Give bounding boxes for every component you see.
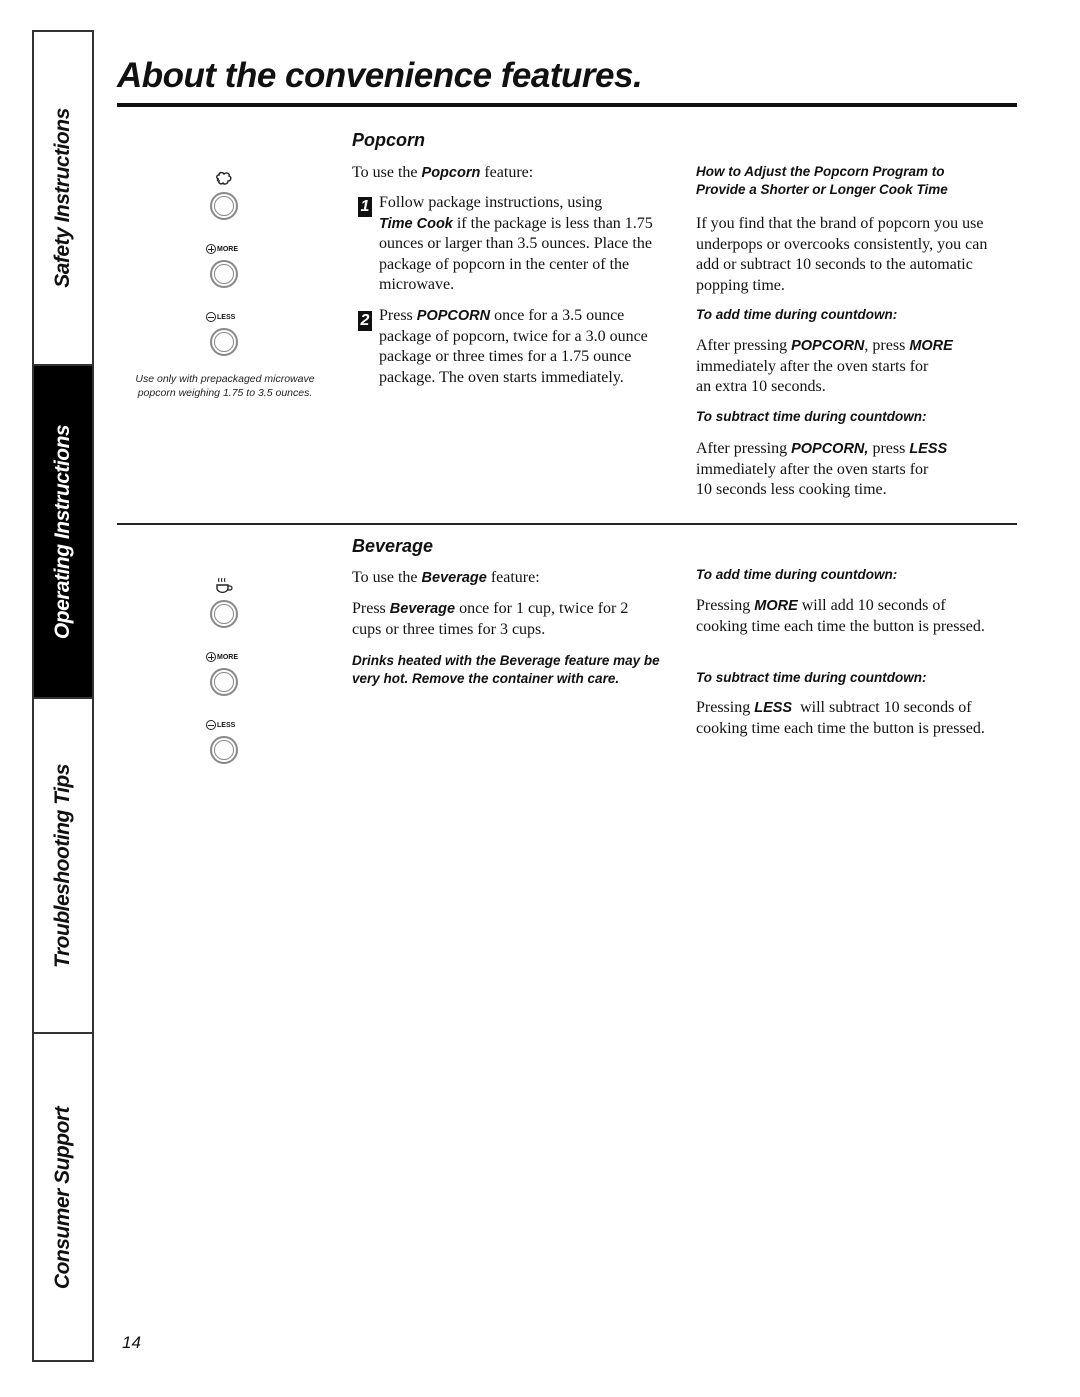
more-label: MORE [206,244,238,254]
more-text: MORE [217,245,238,253]
popcorn-heading: Popcorn [352,130,426,150]
intro-text: To use the [352,164,418,181]
less-button[interactable] [210,328,238,356]
step-2-bold: POPCORN [416,308,491,324]
intro-text-end: feature: [486,569,540,586]
tab-operating-instructions[interactable]: Operating Instructions [34,366,92,699]
tab-label: Operating Instructions [51,424,74,639]
popcorn-add-heading: To add time during countdown: [696,307,898,322]
popcorn-add-body: After pressing POPCORN, press MORE immed… [696,336,986,398]
step-2-text: Press POPCORN once for a 3.5 ounce packa… [379,306,654,388]
tab-troubleshooting-tips[interactable]: Troubleshooting Tips [34,699,92,1034]
step-2-badge: 2 [358,311,372,331]
beverage-heading: Beverage [352,536,434,556]
popcorn-weight-note: Use only with prepackaged microwave popc… [135,373,315,399]
plus-icon [206,244,216,254]
more-text: MORE [217,653,238,661]
sub-bold2: LESS [909,441,948,457]
minus-icon [206,720,216,730]
popcorn-button[interactable] [210,192,238,220]
beverage-add-body: Pressing MORE will add 10 seconds of coo… [696,596,996,637]
popcorn-icon [214,170,234,190]
add-pre: After pressing [696,337,792,354]
popcorn-subtract-body: After pressing POPCORN, press LESS immed… [696,439,986,501]
press-pre: Press [352,600,390,617]
more-button[interactable] [210,260,238,288]
title-divider [117,103,1017,107]
beverage-instructions: Press Beverage once for 1 cup, twice for… [352,599,652,640]
beverage-warning: Drinks heated with the Beverage feature … [352,653,660,686]
sub-bold: LESS [754,700,793,716]
tab-label: Safety Instructions [51,108,75,288]
tab-label: Consumer Support [51,1106,75,1290]
adjust-body: If you find that the brand of popcorn yo… [696,215,988,294]
beverage-less-label: LESS [206,720,235,730]
step-1-bold: Time Cook [379,215,453,232]
sub-pre: Pressing [696,699,755,716]
beverage-more-button[interactable] [210,668,238,696]
step-1-line1: Follow package instructions, using [379,194,603,211]
less-text: LESS [217,313,236,321]
section-tabs: Safety Instructions Operating Instructio… [32,30,94,1362]
beverage-button[interactable] [210,600,238,628]
add-rest: immediately after the oven starts for an… [696,357,929,396]
beverage-more-label: MORE [206,652,238,662]
plus-icon [206,652,216,662]
add-bold2: MORE [909,338,953,354]
intro-bold: Beverage [421,570,487,586]
popcorn-intro: To use the Popcorn feature: [352,163,662,184]
intro-text: To use the [352,569,422,586]
add-bold1: POPCORN [791,338,865,354]
beverage-subtract-heading: To subtract time during countdown: [696,670,927,685]
adjust-heading: How to Adjust the Popcorn Program to Pro… [696,164,948,197]
beverage-cup-icon [214,576,234,598]
less-text: LESS [217,721,236,729]
popcorn-subtract-heading: To subtract time during countdown: [696,409,927,424]
press-bold: Beverage [389,601,456,617]
sub-mid: press [868,440,910,457]
beverage-intro: To use the Beverage feature: [352,568,662,589]
sub-bold1: POPCORN, [791,441,869,457]
tab-consumer-support[interactable]: Consumer Support [34,1034,92,1362]
add-bold: MORE [754,598,798,614]
section-divider [117,523,1017,525]
beverage-add-heading: To add time during countdown: [696,567,898,582]
intro-bold: Popcorn [421,165,481,181]
sub-pre: After pressing [696,440,792,457]
add-mid: , press [864,337,910,354]
tab-label: Troubleshooting Tips [51,763,75,968]
step-1-text: Follow package instructions, using Time … [379,193,664,296]
minus-icon [206,312,216,322]
add-pre: Pressing [696,597,755,614]
step-1-badge: 1 [358,197,372,217]
intro-text-end: feature: [480,164,534,181]
less-label: LESS [206,312,235,322]
beverage-less-button[interactable] [210,736,238,764]
page-number: 14 [122,1333,141,1352]
beverage-subtract-body: Pressing LESS will subtract 10 seconds o… [696,698,996,739]
step-2-pre: Press [379,307,417,324]
tab-safety-instructions[interactable]: Safety Instructions [34,32,92,366]
sub-rest: immediately after the oven starts for 10… [696,460,929,499]
page-title: About the convenience features. [117,56,643,95]
